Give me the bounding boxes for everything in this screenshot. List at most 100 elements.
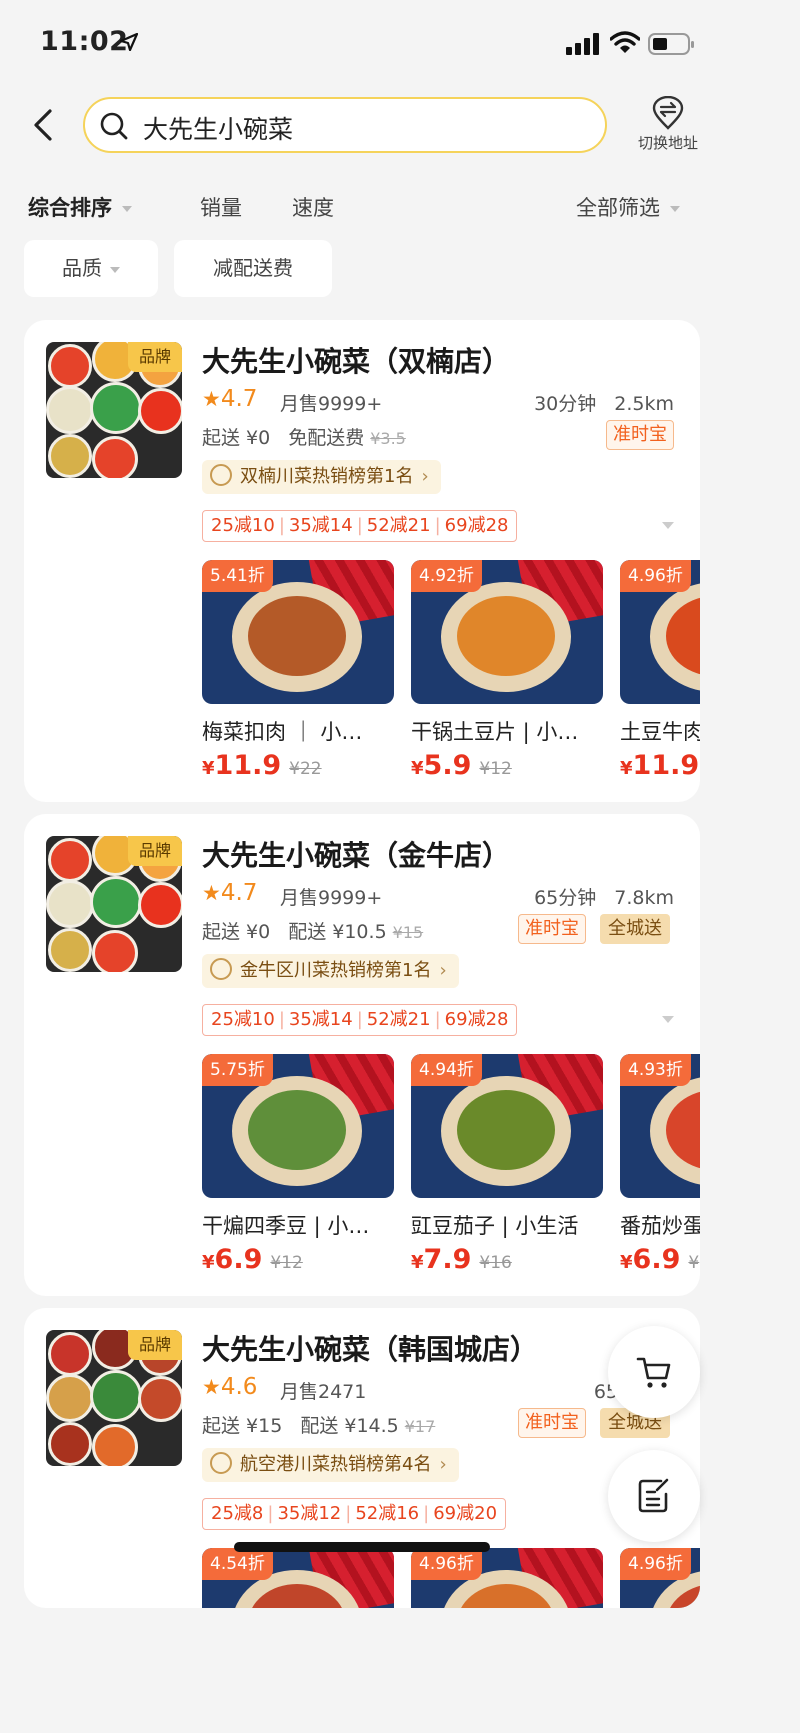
location-switch-icon [652,96,684,130]
delivery-fee-original: ¥3.5 [370,429,406,448]
dish-image: 5.41折 [202,560,394,704]
store-name[interactable]: 大先生小碗菜（双楠店） [202,340,510,380]
wifi-icon [610,31,640,53]
separator: | [356,515,363,536]
store-rating: ★4.7 [202,880,257,906]
chip-quality[interactable]: 品质 [24,240,158,297]
store-card[interactable]: 品牌大先生小碗菜（韩国城店）★4.6月售247165分钟起送 ¥15配送 ¥14… [24,1308,700,1608]
delivery-fee-original: ¥15 [392,923,424,942]
store-card[interactable]: 品牌 大先生小碗菜（金牛店） ★4.7 月售9999+ 65分钟 7.8km 起送 ¥0 配送… [24,814,700,1296]
store-card[interactable]: 品牌 大先生小碗菜（双楠店） ★4.7 月售9999+ 30分钟 2.5km 起送 ¥0 免配… [24,320,700,802]
back-arrow-icon[interactable] [28,108,58,142]
dish-name: 干锅土豆片 | 小… [411,720,579,744]
discount-tag: 35减12 [277,1503,342,1524]
min-order: 起送 ¥0 [202,427,271,449]
delivery-fee: 免配送费 [288,427,365,449]
discount-tag: 25减8 [211,1503,264,1524]
cart-button[interactable] [608,1326,700,1418]
original-price: ¥12 [479,759,512,779]
sort-sales[interactable]: 销量 [200,192,242,222]
star-icon: ★ [202,387,221,411]
star-icon: ★ [202,1375,221,1399]
discount-tags: 25减10 | 35减14 | 52减21 | 69减28 [202,1004,518,1036]
ranking-text: 金牛区川菜热销榜第1名 [240,960,432,981]
currency-symbol: ¥ [620,1252,633,1273]
discount-tag: 52减16 [355,1503,420,1524]
dish-discount-badge: 5.75折 [202,1054,273,1086]
dish-name: 番茄炒蛋 [620,1214,700,1238]
separator: | [356,1009,363,1030]
chip-quality-label: 品质 [62,256,102,280]
dish-carousel[interactable]: 5.41折 梅菜扣肉 ｜ 小… ¥11.9 ¥22 4.92折 干锅土豆片 | 小… [202,560,700,790]
sort-comprehensive[interactable]: 综合排序 [28,192,132,222]
delivery-eta: 30分钟 2.5km [534,389,674,416]
dish-carousel[interactable]: 4.54折 4.96折 4.96折 [202,1548,700,1608]
delivery-time: 30分钟 [534,393,597,415]
currency-symbol: ¥ [411,1252,424,1273]
price-value: 6.9 [214,1244,263,1275]
discount-tag: 35减14 [288,515,353,536]
discount-tag: 69减28 [444,515,509,536]
search-input[interactable]: 大先生小碗菜 [83,97,607,153]
switch-address-button[interactable]: 切换地址 [628,96,708,156]
store-name[interactable]: 大先生小碗菜（金牛店） [202,834,510,874]
chip-reduced-delivery[interactable]: 减配送费 [174,240,332,297]
ranking-icon [210,1452,232,1474]
original-price: ¥22 [289,759,322,779]
brand-badge: 品牌 [128,342,182,372]
order-notes-button[interactable] [608,1450,700,1542]
brand-badge: 品牌 [128,836,182,866]
dish-price: ¥11.9 [620,750,700,781]
dish-image: 5.75折 [202,1054,394,1198]
expand-discounts-icon[interactable] [662,1016,674,1023]
monthly-sales: 月售9999+ [280,393,383,415]
dish-name: 豇豆茄子 | 小生活 [411,1214,579,1238]
location-arrow-icon [120,33,138,51]
fees-line: 起送 ¥0 免配送费 ¥3.5 [202,423,406,450]
sort-speed[interactable]: 速度 [292,192,334,222]
on-time-guarantee-tag: 准时宝 [606,420,674,450]
search-query-text: 大先生小碗菜 [143,115,294,144]
dish-discount-badge: 4.93折 [620,1054,691,1086]
dish-discount-badge: 4.96折 [411,1548,482,1580]
status-time: 11:02 [40,26,129,57]
discount-tag: 52减21 [366,1009,431,1030]
price-value: 6.9 [632,1244,681,1275]
rating-value: 4.7 [220,880,258,906]
all-filters-button[interactable]: 全部筛选 [576,192,680,222]
discount-tag: 35减14 [288,1009,353,1030]
ranking-icon [210,464,232,486]
expand-discounts-icon[interactable] [662,522,674,529]
dish-image: 4.96折 [620,1548,700,1608]
dish-image: 4.93折 [620,1054,700,1198]
distance: 7.8km [614,887,674,909]
price-value: 11.9 [632,750,700,781]
dish-discount-badge: 4.96折 [620,1548,691,1580]
sort-comprehensive-label: 综合排序 [28,196,112,220]
ranking-badge[interactable]: 金牛区川菜热销榜第1名 › [202,954,459,988]
rating-value: 4.6 [220,1374,258,1400]
ranking-badge[interactable]: 双楠川菜热销榜第1名 › [202,460,441,494]
monthly-sales: 月售2471 [280,1381,367,1403]
brand-badge: 品牌 [128,1330,182,1360]
dish-image: 4.96折 [411,1548,603,1608]
city-wide-delivery-tag: 全城送 [600,914,670,944]
all-filters-label: 全部筛选 [576,196,660,220]
on-time-guarantee-tag: 准时宝 [518,1408,586,1438]
dish-discount-badge: 4.92折 [411,560,482,592]
original-price: ¥ [688,1253,700,1273]
dish-carousel[interactable]: 5.75折 干煸四季豆 | 小… ¥6.9 ¥12 4.94折 豇豆茄子 | 小生… [202,1054,700,1284]
currency-symbol: ¥ [202,1252,215,1273]
ranking-badge[interactable]: 航空港川菜热销榜第4名 › [202,1448,459,1482]
store-rating: ★4.6 [202,1374,257,1400]
original-price: ¥12 [270,1253,303,1273]
discount-tag: 25减10 [211,1009,275,1030]
separator: | [434,1009,441,1030]
delivery-time: 65分钟 [534,887,597,909]
price-value: 7.9 [423,1244,472,1275]
dish-price: ¥5.9 ¥12 [411,750,512,781]
ranking-text: 双楠川菜热销榜第1名 [240,466,414,487]
discount-tags: 25减8 | 35减12 | 52减16 | 69减20 [202,1498,507,1530]
store-name[interactable]: 大先生小碗菜（韩国城店） [202,1328,538,1368]
delivery-fee: 配送 ¥14.5 [300,1415,399,1437]
